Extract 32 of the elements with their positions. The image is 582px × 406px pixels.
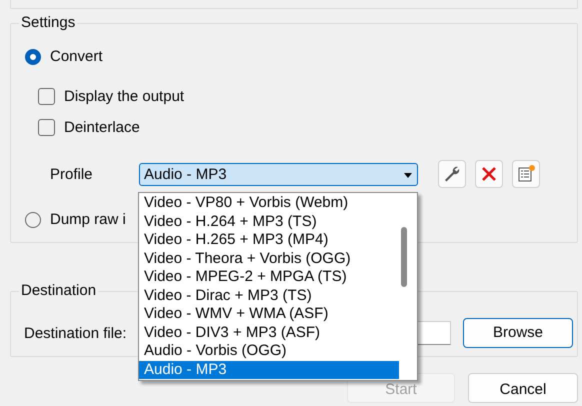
- checkbox[interactable]: [38, 119, 55, 136]
- radio-label: Dump raw i: [50, 211, 126, 228]
- dropdown-option[interactable]: Video - H.264 + MP3 (TS): [139, 212, 399, 231]
- dropdown-option[interactable]: Audio - MP3: [139, 360, 399, 379]
- radio-label: Convert: [50, 48, 103, 65]
- cancel-button[interactable]: Cancel: [468, 373, 578, 403]
- profile-label: Profile: [50, 166, 94, 182]
- dropdown-option[interactable]: Video - Theora + Vorbis (OGG): [139, 250, 399, 268]
- browse-button[interactable]: Browse: [463, 318, 573, 348]
- group-title: Settings: [19, 14, 78, 31]
- dropdown-option[interactable]: Audio - Vorbis (OGG): [139, 342, 399, 360]
- profile-dropdown[interactable]: Audio - MP3: [139, 162, 418, 186]
- checkbox-label: Display the output: [64, 88, 184, 105]
- caret-icon: [404, 172, 412, 178]
- list-icon: [516, 164, 536, 184]
- checkbox[interactable]: [38, 88, 55, 105]
- dropdown-option[interactable]: Video - H.265 + MP3 (MP4): [139, 231, 399, 250]
- radio-button[interactable]: [25, 48, 41, 64]
- new-profile-button[interactable]: [512, 160, 540, 188]
- destination-label: Destination file:: [24, 324, 127, 342]
- dropdown-option[interactable]: Video - VP80 + Vorbis (Webm): [139, 194, 399, 212]
- dropdown-option[interactable]: Video - MPEG-2 + MPGA (TS): [139, 268, 399, 286]
- checkbox-label: Deinterlace: [64, 119, 140, 136]
- dropdown-option[interactable]: Video - Dirac + MP3 (TS): [139, 286, 399, 305]
- radio-button[interactable]: [25, 212, 41, 228]
- wrench-icon: [443, 165, 461, 183]
- dropdown-option[interactable]: Video - DIV3 + MP3 (ASF): [139, 324, 399, 342]
- close-icon: [481, 166, 497, 182]
- dropdown-option[interactable]: Video - WMV + WMA (ASF): [139, 305, 399, 324]
- delete-button[interactable]: [475, 160, 503, 188]
- wrench-button[interactable]: [438, 160, 466, 188]
- scrollbar-thumb[interactable]: [401, 227, 407, 287]
